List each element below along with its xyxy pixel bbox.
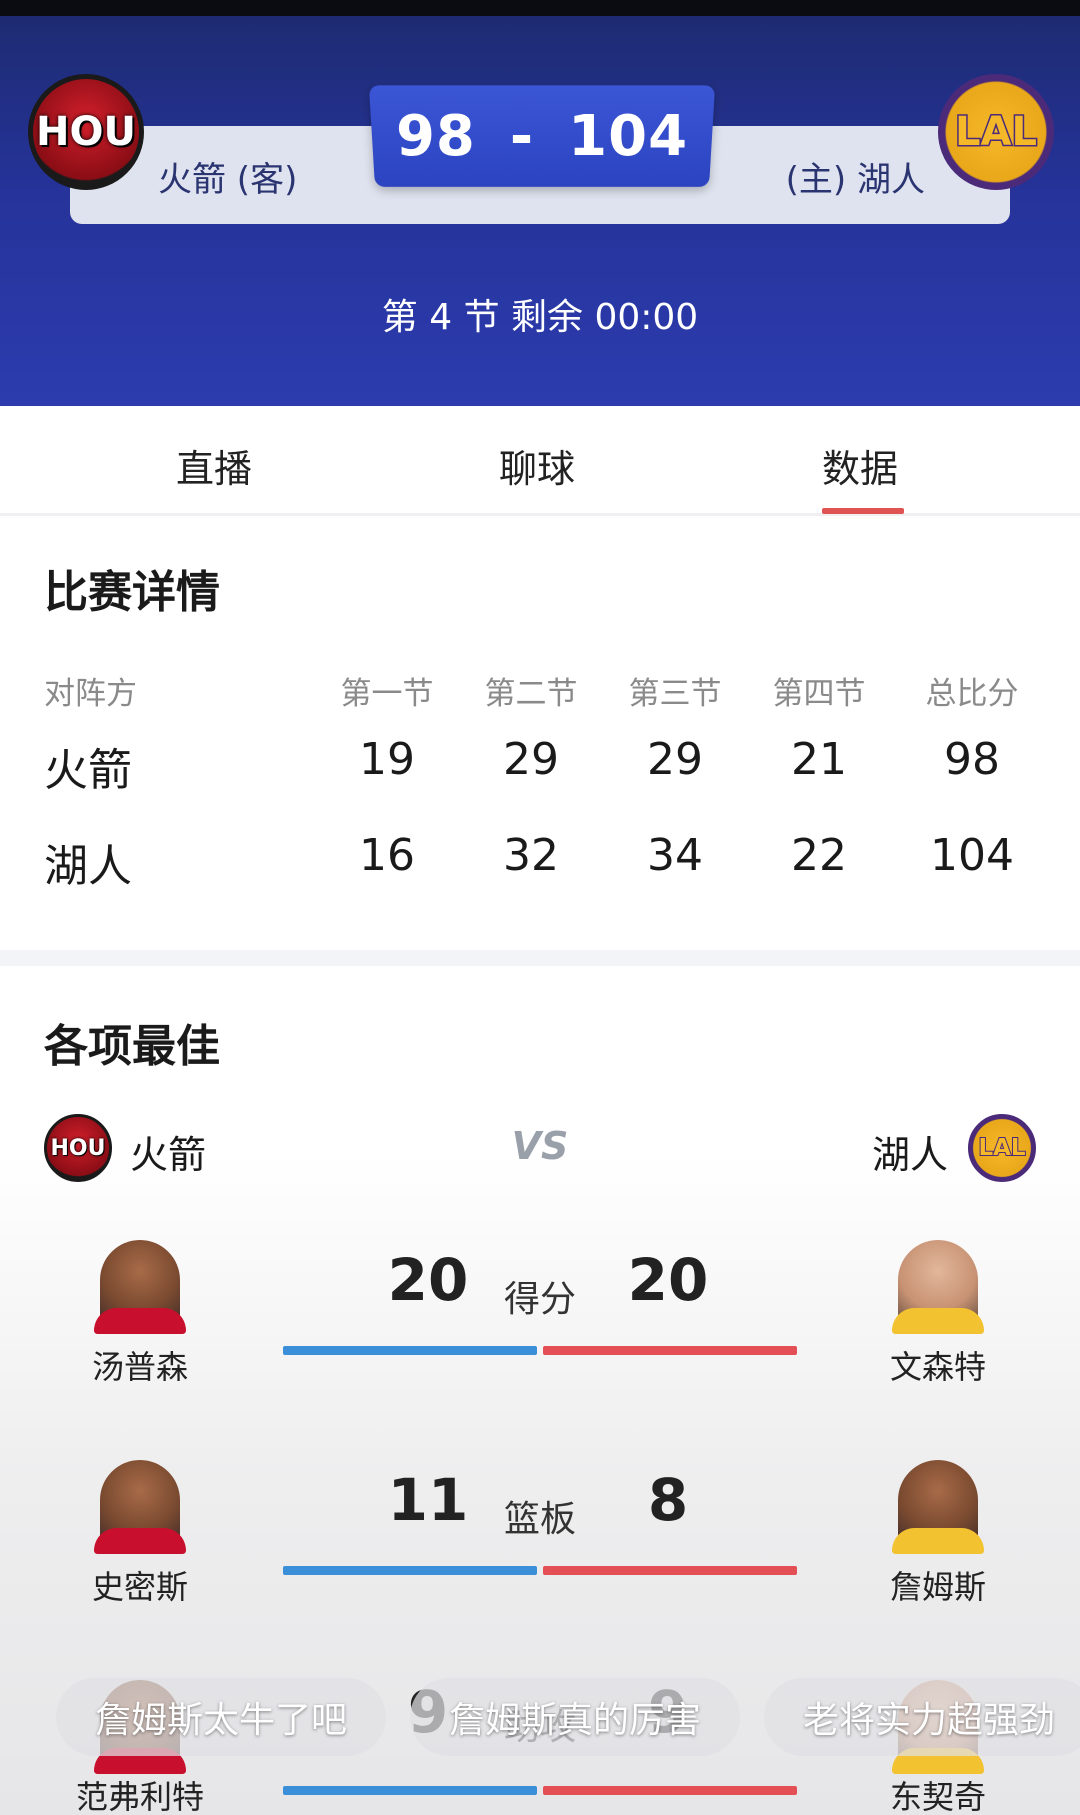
away-team-logo[interactable]: HOU: [28, 74, 144, 190]
tab-chat[interactable]: 聊球: [499, 438, 575, 493]
section-divider: [0, 950, 1080, 966]
player-avatar[interactable]: [100, 1460, 180, 1548]
row-q4: 22: [762, 830, 876, 881]
row-q1: 19: [330, 734, 444, 785]
tab-live[interactable]: 直播: [176, 438, 252, 493]
home-leader-name[interactable]: 詹姆斯: [828, 1562, 1048, 1608]
player-avatar[interactable]: [100, 1240, 180, 1328]
leaders-home-logo: LAL: [968, 1114, 1036, 1182]
home-stat-bar: [543, 1566, 797, 1575]
player-avatar[interactable]: [898, 1460, 978, 1548]
stat-label: 得分: [490, 1270, 590, 1322]
header-q1: 第一节: [330, 668, 444, 713]
stat-row-points[interactable]: 汤普森 文森特 20 得分 20: [0, 1232, 1080, 1432]
away-leader-name[interactable]: 汤普森: [30, 1342, 250, 1388]
home-stat-bar: [543, 1346, 797, 1355]
away-stat-bar: [283, 1786, 537, 1795]
header-total: 总比分: [910, 668, 1034, 713]
header-q4: 第四节: [762, 668, 876, 713]
away-score: 98: [396, 104, 476, 169]
active-tab-indicator: [822, 508, 904, 514]
away-leader-name[interactable]: 范弗利特: [30, 1772, 250, 1815]
row-q3: 34: [618, 830, 732, 881]
score-display: 98 - 104: [372, 96, 712, 176]
status-bar: [0, 0, 1080, 16]
leaders-title: 各项最佳: [44, 1010, 220, 1074]
home-stat-bar: [543, 1786, 797, 1795]
danmaku-comment[interactable]: 老将实力超强劲: [764, 1678, 1080, 1756]
tab-stats[interactable]: 数据: [822, 438, 898, 493]
player-avatar[interactable]: [898, 1240, 978, 1328]
away-stat-bar: [283, 1566, 537, 1575]
tab-bar: 直播 聊球 数据: [0, 406, 1080, 516]
row-q2: 29: [474, 734, 588, 785]
row-team-name: 湖人: [44, 830, 132, 894]
header-q3: 第三节: [618, 668, 732, 713]
row-q1: 16: [330, 830, 444, 881]
stat-row-rebounds[interactable]: 史密斯 詹姆斯 11 篮板 8: [0, 1452, 1080, 1652]
home-leader-name[interactable]: 东契奇: [828, 1772, 1048, 1815]
row-total: 104: [910, 830, 1034, 881]
home-team-name[interactable]: (主) 湖人: [786, 152, 925, 201]
row-q4: 21: [762, 734, 876, 785]
game-period-status: 第 4 节 剩余 00:00: [0, 288, 1080, 340]
away-logo-text: HOU: [33, 79, 139, 185]
stat-label: 篮板: [490, 1490, 590, 1542]
away-stat-bar: [283, 1346, 537, 1355]
row-total: 98: [910, 734, 1034, 785]
home-stat-value: 20: [598, 1246, 738, 1314]
away-team-name[interactable]: 火箭 (客): [158, 152, 297, 201]
row-q3: 29: [618, 734, 732, 785]
row-team-name: 火箭: [44, 734, 132, 798]
home-logo-text: LAL: [942, 78, 1050, 186]
home-leader-name[interactable]: 文森特: [828, 1342, 1048, 1388]
home-stat-value: 8: [598, 1466, 738, 1534]
danmaku-comment[interactable]: 詹姆斯太牛了吧: [56, 1678, 386, 1756]
home-score: 104: [568, 104, 688, 169]
boxscore-title: 比赛详情: [44, 556, 220, 620]
leaders-home-logo-text: LAL: [971, 1117, 1033, 1179]
home-team-logo[interactable]: LAL: [938, 74, 1054, 190]
danmaku-comment[interactable]: 詹姆斯真的厉害: [410, 1678, 740, 1756]
row-q2: 32: [474, 830, 588, 881]
score-separator: -: [510, 104, 534, 169]
header-q2: 第二节: [474, 668, 588, 713]
away-stat-value: 20: [358, 1246, 498, 1314]
scoreboard-header: 98 - 104 HOU LAL 火箭 (客) (主) 湖人 第 4 节 剩余 …: [0, 16, 1080, 406]
away-stat-value: 11: [358, 1466, 498, 1534]
leaders-home-team: 湖人: [872, 1124, 948, 1179]
away-leader-name[interactable]: 史密斯: [30, 1562, 250, 1608]
header-matchup: 对阵方: [44, 668, 137, 713]
